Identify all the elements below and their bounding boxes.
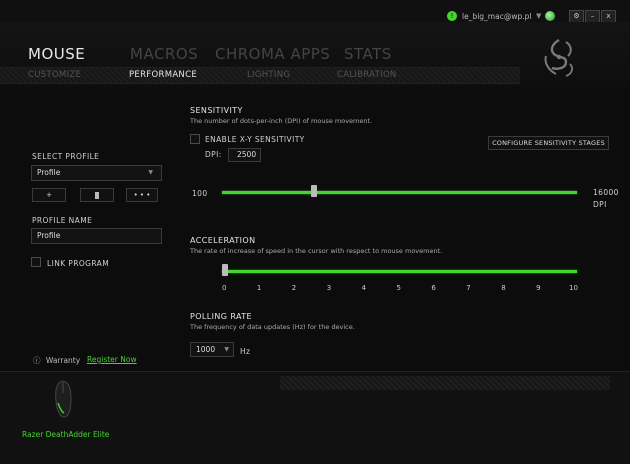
acceleration-tick-label: 1 — [256, 284, 262, 292]
warranty-label: Warranty — [45, 356, 81, 365]
acceleration-title: ACCELERATION — [190, 236, 256, 245]
subtab-lighting[interactable]: LIGHTING — [247, 70, 290, 80]
device-name[interactable]: Razer DeathAdder Elite — [22, 430, 109, 439]
acceleration-tick-label: 10 — [569, 284, 578, 292]
polling-rate-title: POLLING RATE — [190, 312, 252, 321]
link-program-label: LINK PROGRAM — [47, 259, 110, 268]
tab-macros[interactable]: MACROS — [130, 45, 198, 63]
profile-name-input[interactable]: Profile — [31, 228, 162, 244]
sensitivity-slider-track[interactable] — [222, 191, 577, 194]
razer-logo-icon — [544, 38, 573, 77]
acceleration-description: The rate of increase of speed in the cur… — [190, 247, 443, 255]
info-icon: ⓘ — [33, 356, 41, 365]
dpi-input[interactable]: 2500 — [228, 148, 261, 162]
acceleration-tick-label: 0 — [222, 284, 227, 292]
dpi-unit-label: DPI — [593, 200, 607, 209]
sensitivity-slider-thumb[interactable] — [310, 185, 317, 197]
subtab-calibration[interactable]: CALIBRATION — [337, 70, 397, 80]
profile-name-label: PROFILE NAME — [32, 216, 93, 225]
dpi-label: DPI: — [205, 150, 222, 159]
chevron-down-icon: ▼ — [224, 346, 229, 353]
acceleration-slider-thumb[interactable] — [222, 264, 228, 276]
trash-icon — [95, 191, 99, 199]
add-profile-button[interactable]: + — [32, 188, 66, 202]
enable-xy-checkbox[interactable] — [190, 134, 200, 144]
account-dropdown-icon[interactable]: ▼ — [536, 12, 541, 20]
profile-select[interactable]: Profile ▼ — [31, 165, 162, 181]
polling-rate-description: The frequency of data updates (Hz) for t… — [190, 323, 355, 331]
sensitivity-description: The number of dots-per-inch (DPI) of mou… — [190, 117, 373, 125]
profile-select-value: Profile — [37, 168, 61, 177]
device-bar-stripe — [280, 376, 610, 390]
tab-chroma-apps[interactable]: CHROMA APPS — [215, 45, 330, 63]
acceleration-tick-label: 2 — [291, 284, 297, 292]
acceleration-tick-label: 7 — [466, 284, 471, 292]
dpi-min-label: 100 — [192, 189, 208, 198]
more-options-button[interactable]: • • • — [126, 188, 158, 202]
account-name[interactable]: le_big_mac@wp.pl — [462, 12, 531, 21]
sensitivity-title: SENSITIVITY — [190, 106, 243, 115]
acceleration-tick-label: 8 — [501, 284, 506, 292]
polling-rate-unit: Hz — [240, 347, 251, 356]
tab-mouse[interactable]: MOUSE — [28, 45, 85, 63]
select-profile-label: SELECT PROFILE — [32, 152, 100, 161]
delete-profile-button[interactable] — [80, 188, 114, 202]
polling-rate-select[interactable]: 1000 ▼ — [190, 342, 234, 357]
chevron-down-icon: ▼ — [148, 169, 153, 176]
mouse-device-icon[interactable] — [52, 379, 74, 419]
acceleration-slider-track[interactable] — [222, 270, 577, 273]
synapse-status-icon[interactable] — [545, 11, 555, 21]
acceleration-tick-label: 4 — [361, 284, 367, 292]
user-alert-icon[interactable]: ! — [447, 11, 457, 21]
link-program-checkbox[interactable] — [31, 257, 41, 267]
polling-rate-value: 1000 — [196, 345, 216, 354]
subtab-performance[interactable]: PERFORMANCE — [129, 70, 197, 80]
configure-sensitivity-stages-button[interactable]: CONFIGURE SENSITIVITY STAGES — [488, 136, 609, 150]
tab-stats[interactable]: STATS — [344, 45, 392, 63]
warranty-row: ⓘ Warranty — [33, 355, 80, 366]
subtab-customize[interactable]: CUSTOMIZE — [28, 70, 81, 80]
dpi-max-label: 16000 — [593, 188, 619, 197]
register-now-link[interactable]: Register Now — [87, 355, 137, 364]
acceleration-tick-label: 6 — [431, 284, 436, 292]
acceleration-tick-label: 9 — [536, 284, 541, 292]
acceleration-tick-label: 3 — [326, 284, 332, 292]
acceleration-tick-label: 5 — [396, 284, 401, 292]
enable-xy-label: ENABLE X-Y SENSITIVITY — [205, 135, 305, 144]
